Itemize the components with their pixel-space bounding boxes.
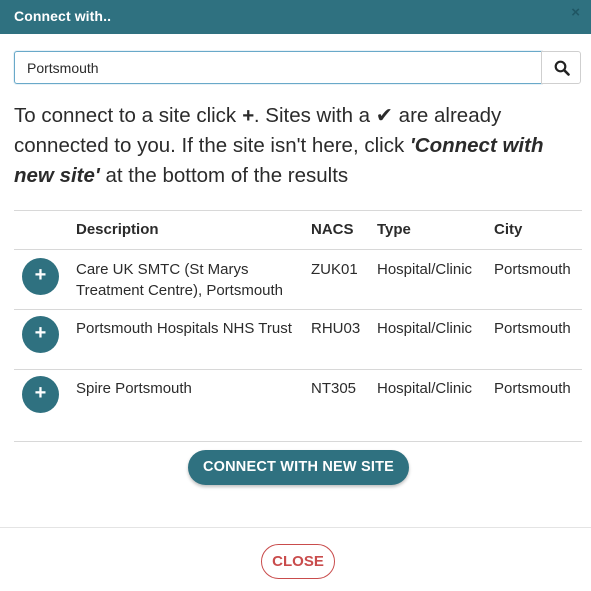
instructions-text: To connect to a site click +. Sites with… [14, 101, 579, 191]
search-input[interactable] [14, 51, 542, 84]
check-icon: ✔ [375, 104, 393, 127]
footer-divider [0, 527, 591, 528]
row-type: Hospital/Clinic [377, 320, 473, 337]
row-nacs: NT305 [311, 380, 357, 397]
dialog-titlebar: Connect with.. × [0, 0, 591, 34]
row-description: Portsmouth Hospitals NHS Trust [76, 320, 292, 337]
plus-icon: + [34, 322, 47, 344]
add-site-button[interactable]: + [22, 316, 59, 353]
table-top-border [14, 210, 582, 211]
row-description: Care UK SMTC (St Marys Treatment Centre)… [76, 261, 284, 299]
row-type: Hospital/Clinic [377, 261, 473, 278]
column-header-type: Type [377, 221, 411, 238]
add-site-button[interactable]: + [22, 376, 59, 413]
row-city: Portsmouth [494, 320, 571, 337]
instructions-part1: To connect to a site click [14, 104, 242, 127]
instructions-part2: . Sites with a [253, 104, 376, 127]
table-divider [14, 309, 582, 310]
dialog-title: Connect with.. [14, 8, 112, 24]
row-description: Spire Portsmouth [76, 380, 192, 397]
search-icon [554, 60, 570, 76]
add-site-button[interactable]: + [22, 258, 59, 295]
row-type: Hospital/Clinic [377, 380, 473, 397]
table-divider [14, 369, 582, 370]
column-header-description: Description [76, 221, 159, 238]
table-bottom-border [14, 441, 582, 442]
connect-with-new-site-button[interactable]: CONNECT WITH NEW SITE [188, 450, 409, 485]
close-button[interactable]: CLOSE [261, 544, 335, 579]
plus-icon: + [34, 264, 47, 286]
row-nacs: RHU03 [311, 320, 361, 337]
plus-icon: + [34, 382, 47, 404]
plus-symbol: + [241, 104, 254, 127]
instructions-part4: at the bottom of the results [99, 164, 349, 187]
search-button[interactable] [541, 51, 581, 84]
column-header-city: City [494, 221, 523, 238]
row-city: Portsmouth [494, 380, 571, 397]
row-nacs: ZUK01 [311, 261, 358, 278]
close-icon[interactable]: × [571, 4, 580, 21]
column-header-nacs: NACS [311, 221, 354, 238]
row-city: Portsmouth [494, 261, 571, 278]
table-divider [14, 249, 582, 250]
